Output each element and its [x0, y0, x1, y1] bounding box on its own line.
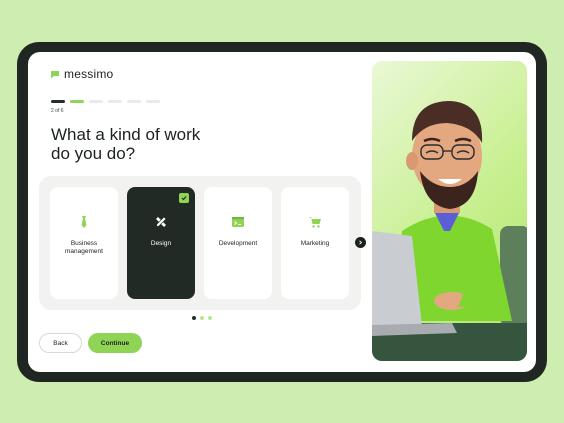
developer-illustration: [372, 101, 527, 361]
cart-icon: [309, 217, 321, 228]
chevron-right-icon: [359, 240, 363, 245]
brand-name: messimo: [64, 67, 114, 81]
title-line: What a kind of work: [51, 125, 201, 144]
option-label: Design: [150, 240, 172, 247]
title-line: do you do?: [51, 144, 136, 163]
check-icon: [179, 193, 189, 203]
continue-button[interactable]: Continue: [88, 333, 142, 353]
progress-step: [89, 100, 103, 103]
option-card-marketing[interactable]: Marketing: [281, 187, 349, 299]
progress-step: [146, 100, 160, 103]
pagination-dot[interactable]: [208, 316, 212, 320]
progress-step: [51, 100, 65, 103]
progress-steps: [51, 100, 160, 103]
code-window-icon: [232, 217, 244, 227]
page-title: What a kind of work do you do?: [51, 125, 251, 163]
progress-step: [108, 100, 122, 103]
ruler-pencil-icon: [156, 216, 167, 227]
back-button[interactable]: Back: [39, 333, 82, 353]
option-label: Development: [218, 240, 258, 247]
progress-step: [127, 100, 141, 103]
logo-icon: [51, 70, 59, 78]
tie-icon: [81, 216, 87, 228]
logo: messimo: [50, 67, 113, 81]
pagination-dot[interactable]: [192, 316, 196, 320]
option-card-business-management[interactable]: Business management: [50, 187, 118, 299]
option-card-development[interactable]: Development: [204, 187, 272, 299]
character-illustration: [372, 61, 527, 361]
progress-step: [70, 100, 84, 103]
pagination-dots: [192, 316, 212, 320]
next-options-button[interactable]: [355, 237, 366, 248]
option-card-design[interactable]: Design: [127, 187, 195, 299]
pagination-dot[interactable]: [200, 316, 204, 320]
onboarding-screen: messimo 2 of 6 What a kind of work do yo…: [28, 52, 536, 372]
option-label: Business management: [65, 240, 103, 255]
option-label: Marketing: [300, 240, 330, 247]
step-counter: 2 of 6: [51, 108, 64, 114]
work-type-options: Business management Design Development M…: [39, 176, 361, 310]
